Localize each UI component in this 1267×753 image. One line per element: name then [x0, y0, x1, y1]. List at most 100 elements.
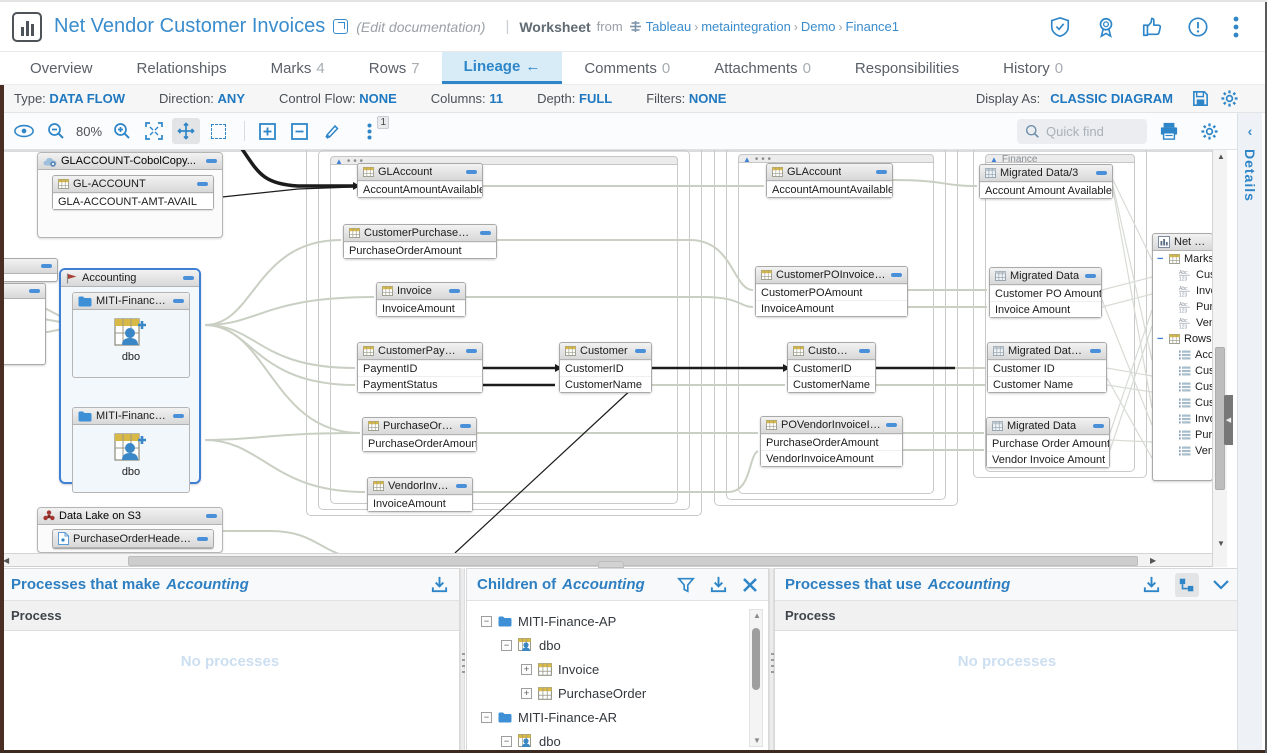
node-t-migrated-1[interactable]: Migrated Data/1Customer IDCustomer Name — [987, 342, 1107, 393]
collapse-minus-icon[interactable] — [460, 424, 471, 428]
tree-item-dbo[interactable]: −dbo — [467, 633, 768, 657]
collapse-toggle[interactable]: − — [501, 640, 512, 651]
scroll-up-arrow[interactable]: ▲ — [1217, 153, 1225, 161]
node-header[interactable] — [0, 259, 57, 274]
panel-splitter-1[interactable] — [460, 568, 465, 750]
tree-item-vend[interactable]: Vend — [1153, 443, 1212, 459]
node-header[interactable]: Data Lake on S3 — [38, 508, 222, 525]
tree-item-vend[interactable]: Abc123Vend — [1153, 315, 1212, 331]
column-customer-po-amount[interactable]: Customer PO Amount — [990, 285, 1101, 301]
node-t-povendorinvoiceitem[interactable]: POVendorInvoiceItemPurchaseOrderAmountVe… — [760, 416, 903, 467]
panel-splitter-2[interactable] — [769, 568, 774, 750]
certificate-icon[interactable] — [1095, 16, 1117, 38]
scroll-up-arrow[interactable]: ▲ — [753, 612, 761, 620]
setting-columns[interactable]: Columns: 11 — [431, 91, 503, 106]
collapse-minus-icon[interactable] — [891, 273, 902, 277]
setting-controlflow[interactable]: Control Flow: NONE — [279, 91, 397, 106]
node-header[interactable]: PurchaseOrderHeader.csv — [53, 530, 213, 548]
node-gl-account[interactable]: GL-ACCOUNTGLA-ACCOUNT-AMT-AVAIL — [52, 175, 214, 210]
column-invoiceamount[interactable]: InvoiceAmount — [377, 300, 465, 316]
kebab-menu-icon[interactable] — [1233, 16, 1239, 38]
collapse-minus-icon[interactable] — [197, 182, 208, 186]
node-header[interactable]: CustomerPayment — [358, 343, 482, 360]
tree-item-marks[interactable]: −Marks — [1153, 251, 1212, 267]
collapse-minus-icon[interactable] — [466, 170, 477, 174]
overview-eye-icon[interactable] — [10, 118, 38, 144]
column-purchaseorderamount[interactable]: PurchaseOrderAmount — [344, 242, 496, 258]
collapse-minus-icon[interactable] — [173, 414, 184, 418]
column-customerid[interactable]: CustomerID — [560, 360, 651, 376]
collapse-minus-icon[interactable] — [1085, 274, 1096, 278]
external-link-icon[interactable] — [333, 19, 348, 34]
filter-icon[interactable] — [677, 576, 695, 594]
column-customerid[interactable]: CustomerID — [788, 360, 875, 376]
node-header[interactable]: GLAccount — [767, 164, 892, 181]
column-accountamountavailable[interactable]: AccountAmountAvailable — [358, 181, 482, 197]
node-t-customer-2[interactable]: CustomerCustomerIDCustomerName — [787, 342, 876, 393]
collapse-minus-icon[interactable] — [29, 289, 40, 293]
collapse-minus-icon[interactable] — [635, 349, 646, 353]
expand-toggle[interactable]: + — [521, 688, 532, 699]
download-icon[interactable] — [709, 575, 728, 594]
column-vendor-invoice-amount[interactable]: Vendor Invoice Amount — [987, 451, 1109, 467]
tree-scroll-thumb[interactable] — [752, 628, 760, 690]
column-invoiceamount[interactable]: InvoiceAmount — [368, 495, 472, 511]
node-header[interactable]: Migrated Data — [987, 418, 1109, 435]
column-customername[interactable]: CustomerName — [788, 376, 875, 392]
breadcrumb-item-finance1[interactable]: Finance1 — [846, 19, 899, 34]
column-customername[interactable]: CustomerName — [560, 376, 651, 392]
chevron-down-icon[interactable] — [1213, 580, 1229, 590]
breadcrumb-item-metaintegration[interactable]: metaintegration — [701, 19, 791, 34]
collapse-minus-icon[interactable] — [859, 349, 870, 353]
fit-to-window-icon[interactable] — [140, 118, 168, 144]
shield-check-icon[interactable] — [1049, 16, 1071, 38]
tree-item-cust[interactable]: Cust — [1153, 363, 1212, 379]
node-t-invoice[interactable]: InvoiceInvoiceAmount — [376, 282, 466, 317]
tree-item-purc[interactable]: Purc — [1153, 427, 1212, 443]
collapse-minus-icon[interactable] — [1090, 349, 1101, 353]
node-left-cut-1[interactable] — [0, 258, 58, 282]
node-t-glaccount-1[interactable]: GLAccountAccountAmountAvailable — [357, 163, 483, 198]
node-header[interactable]: Invoice — [377, 283, 465, 300]
expand-all-icon[interactable] — [253, 118, 281, 144]
tree-view-icon[interactable] — [1175, 573, 1199, 597]
collapse-all-icon[interactable] — [285, 118, 313, 144]
expand-toggle[interactable]: + — [521, 664, 532, 675]
horizontal-scroll-thumb[interactable] — [128, 556, 1138, 566]
tab-relationships[interactable]: Relationships — [115, 52, 249, 84]
column-purchaseorderamount[interactable]: PurchaseOrderAmount — [761, 434, 902, 450]
highlighter-icon[interactable] — [317, 118, 345, 144]
tab-marks[interactable]: Marks4 — [249, 52, 347, 84]
collapse-toggle[interactable]: − — [481, 616, 492, 627]
tree-item-miti-finance-ap[interactable]: −MITI-Finance-AP — [467, 609, 768, 633]
display-as-value[interactable]: CLASSIC DIAGRAM — [1050, 91, 1173, 106]
column-paymentstatus[interactable]: PaymentStatus — [358, 376, 482, 392]
collapse-minus-icon[interactable] — [206, 514, 217, 518]
node-data-lake-s3[interactable]: Data Lake on S3 PurchaseOrderHeader.csv — [37, 507, 223, 553]
collapse-minus-icon[interactable] — [456, 484, 467, 488]
scroll-right-arrow[interactable]: ▶ — [1150, 557, 1156, 565]
column-invoice-amount[interactable]: Invoice Amount — [990, 301, 1101, 317]
collapse-minus-icon[interactable] — [197, 537, 208, 541]
column-invoiceamount[interactable]: InvoiceAmount — [756, 300, 907, 316]
download-icon[interactable] — [1142, 575, 1161, 594]
tab-rows[interactable]: Rows7 — [347, 52, 442, 84]
collapse-minus-icon[interactable] — [449, 289, 460, 293]
setting-depth[interactable]: Depth: FULL — [537, 91, 612, 106]
node-glaccount-cobolcopy[interactable]: GLACCOUNT-CobolCopy...GL-ACCOUNTGLA-ACCO… — [37, 152, 223, 238]
collapse-toggle[interactable]: − — [481, 712, 492, 723]
node-header[interactable]: Net Vend — [1153, 234, 1212, 251]
tab-history[interactable]: History0 — [981, 52, 1085, 84]
node-header[interactable]: Customer — [788, 343, 875, 360]
breadcrumb-item-tableau[interactable]: Tableau — [646, 19, 692, 34]
node-header[interactable]: MITI-Finance-AP — [73, 408, 189, 425]
tree-item-cust[interactable]: Cust — [1153, 395, 1212, 411]
thumbs-up-icon[interactable] — [1141, 16, 1163, 38]
collapse-minus-icon[interactable] — [1096, 171, 1107, 175]
node-header[interactable]: Migrated Data/3 — [980, 165, 1112, 182]
save-icon[interactable] — [1191, 89, 1210, 108]
tab-attachments[interactable]: Attachments0 — [692, 52, 833, 84]
collapse-minus-icon[interactable] — [886, 423, 897, 427]
zoom-out-icon[interactable] — [42, 118, 70, 144]
column-account-amount-available[interactable]: Account Amount Available — [980, 182, 1112, 198]
